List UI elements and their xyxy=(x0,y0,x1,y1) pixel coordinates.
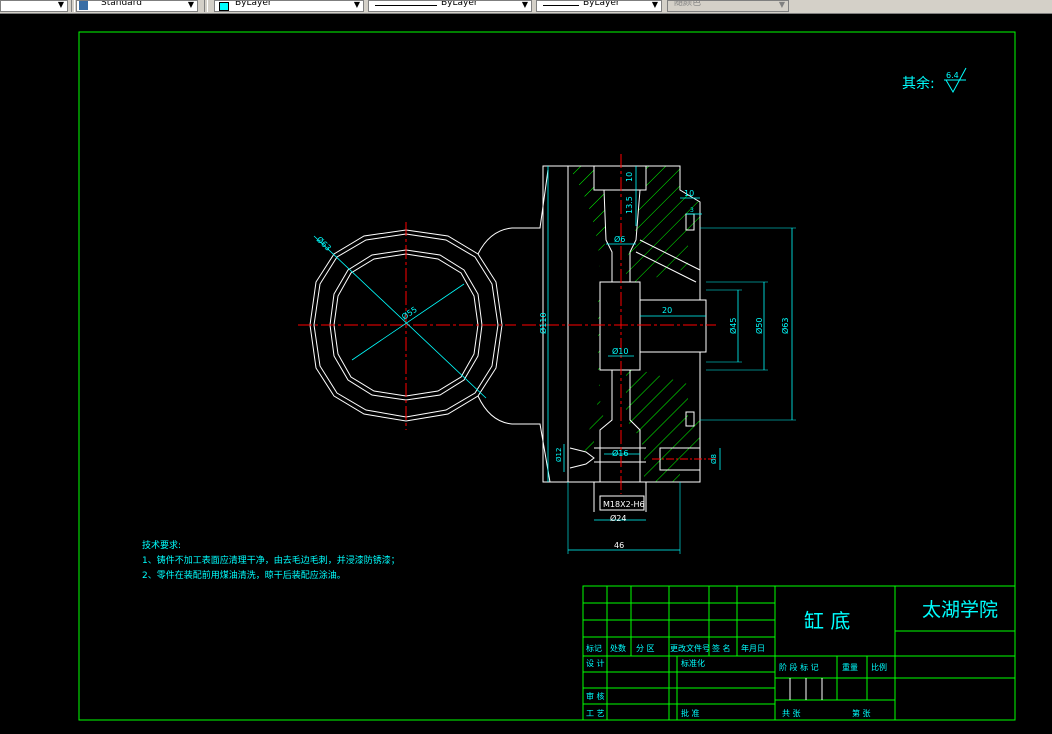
text-style-value: Standard xyxy=(101,0,142,8)
lineweight-preview-icon xyxy=(543,5,579,6)
plot-style-value: 随颜色 xyxy=(674,0,702,8)
tb-label-weight: 重量 xyxy=(842,662,858,672)
tb-label-approve: 批 准 xyxy=(681,708,700,718)
drawing-frame xyxy=(78,31,1016,721)
dim-top13-5: 13.5 xyxy=(625,196,634,214)
plot-style-dropdown: 随颜色 ▼ xyxy=(667,0,789,12)
chevron-down-icon: ▼ xyxy=(353,0,360,9)
tb-label-zone: 分 区 xyxy=(636,644,655,653)
roughness-label: 其余: xyxy=(902,75,935,92)
dimension-line-d55 xyxy=(351,283,465,361)
dim-d16: Ø16 xyxy=(612,448,628,458)
linetype-value: ByLayer xyxy=(441,0,478,8)
dim-d63-right: Ø63 xyxy=(780,318,790,334)
side-view: Ø63 Ø55 xyxy=(298,169,551,483)
dim-len20: 20 xyxy=(662,306,672,315)
tb-label-review: 审 核 xyxy=(586,691,605,701)
dim-side10: 10 xyxy=(684,189,694,198)
center-bore-outline xyxy=(599,281,641,371)
section-view: Ø110 10 13.5 10 3 Ø6 20 Ø45 Ø50 Ø63 Ø10 … xyxy=(522,154,796,554)
top-counterbore-outline xyxy=(593,166,647,191)
tb-label-scale: 比例 xyxy=(871,662,887,672)
dim-w46: 46 xyxy=(614,541,624,550)
dim-d55-circle: Ø55 xyxy=(400,304,419,322)
lineweight-value: ByLayer xyxy=(583,0,620,8)
chevron-down-icon: ▼ xyxy=(57,0,64,9)
dim-d10: Ø10 xyxy=(612,346,628,356)
tb-label-designer: 设 计 xyxy=(586,658,605,668)
dim-thread: M18X2-H6 xyxy=(603,500,645,509)
view-dropdown[interactable]: ▼ xyxy=(0,0,68,12)
color-swatch-icon xyxy=(219,2,229,11)
toolbar-separator xyxy=(71,0,75,12)
dim-d6: Ø6 xyxy=(614,234,625,244)
toolbar-separator xyxy=(204,0,208,12)
tb-label-change-doc: 更改文件号 xyxy=(670,643,710,653)
color-dropdown[interactable]: ByLayer ▼ xyxy=(214,0,364,12)
school-name: 太湖学院 xyxy=(922,599,998,621)
dim-d8: Ø8 xyxy=(710,454,718,464)
linetype-preview-icon xyxy=(375,5,437,6)
tb-label-sign: 签 名 xyxy=(712,643,731,653)
tb-label-stage-mark: 阶 段 标 记 xyxy=(779,662,819,672)
dim-d50: Ø50 xyxy=(754,318,764,334)
part-name: 缸 底 xyxy=(804,609,850,633)
dim-d24: Ø24 xyxy=(610,513,626,523)
tb-label-count: 处数 xyxy=(610,643,626,653)
arm-bottom-outline xyxy=(477,395,551,483)
tb-label-process: 工 艺 xyxy=(586,709,605,718)
tb-label-sheet-total: 共 张 xyxy=(782,709,801,718)
arm-top-outline xyxy=(477,169,549,255)
linetype-dropdown[interactable]: ByLayer ▼ xyxy=(368,0,532,12)
tech-req-title: 技术要求: xyxy=(142,539,181,551)
tech-req-line-1: 1、铸件不加工表面应清理干净，由去毛边毛刺，并浸漆防锈漆； xyxy=(142,554,400,566)
tb-label-mark: 标记 xyxy=(586,643,602,653)
chevron-down-icon: ▼ xyxy=(778,0,785,9)
side-bore-outline xyxy=(639,299,707,353)
dim-h110: Ø110 xyxy=(538,312,548,334)
drawing-canvas[interactable]: 其余: 6.4 Ø63 Ø55 Ø110 10 13.5 10 3 Ø6 20 … xyxy=(0,14,1052,734)
lineweight-dropdown[interactable]: ByLayer ▼ xyxy=(536,0,662,12)
tb-label-standardize: 标准化 xyxy=(681,658,705,668)
dim-d63-circle: Ø63 xyxy=(315,234,334,253)
dim-top10: 10 xyxy=(625,172,634,182)
tech-req-line-2: 2、零件在装配前用煤油清洗，晾干后装配应涂油。 xyxy=(142,569,346,581)
tb-label-sheet-num: 第 张 xyxy=(852,708,871,718)
text-style-icon xyxy=(79,1,88,10)
text-style-dropdown[interactable]: Standard ▼ xyxy=(76,0,198,12)
left-port-outline xyxy=(569,447,595,469)
dim-d45: Ø45 xyxy=(728,318,738,334)
chevron-down-icon: ▼ xyxy=(651,0,658,9)
roughness-value: 6.4 xyxy=(946,71,959,80)
dimension-line-d63 xyxy=(313,235,487,399)
color-value: ByLayer xyxy=(235,0,272,8)
dim-side3: 3 xyxy=(690,207,694,214)
tb-label-date: 年月日 xyxy=(741,643,765,653)
chevron-down-icon: ▼ xyxy=(187,0,194,9)
dim-d12: Ø12 xyxy=(555,448,563,462)
chevron-down-icon: ▼ xyxy=(521,0,528,9)
properties-toolbar: ▼ Standard ▼ ByLayer ▼ ByLayer ▼ ByLayer… xyxy=(0,0,1052,14)
